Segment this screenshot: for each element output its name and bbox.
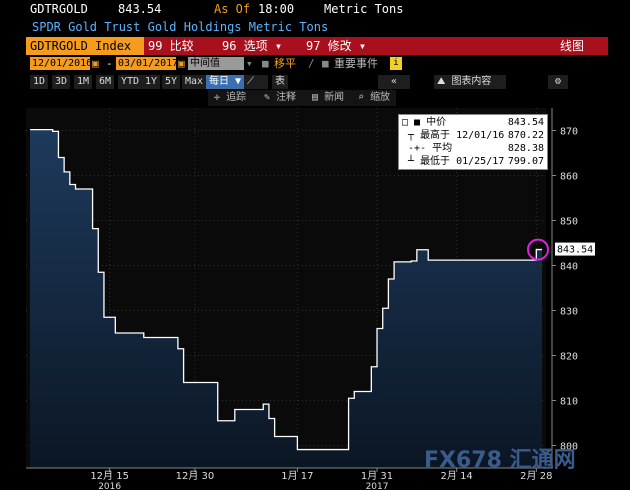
events-toggle[interactable]: 重要事件 xyxy=(334,56,378,72)
x-tick-label: 1月 31 xyxy=(361,470,393,482)
chart-content-label: 图表内容 xyxy=(451,76,492,87)
options-button[interactable]: 96 选项 ▾ xyxy=(222,37,282,55)
edit-label: 97 修改 xyxy=(306,39,352,53)
period-ytd[interactable]: YTD xyxy=(118,75,143,89)
period-6m[interactable]: 6M xyxy=(96,75,115,89)
crosshair-icon: ✛ xyxy=(214,92,221,103)
date-range-bar: 12/01/2016 ▣ - 03/01/2017 ▣ 中间值 ▾ ■ 移平 /… xyxy=(26,56,608,72)
terminal-window: GDTRGOLD 843.54 As Of 18:00 Metric Tons … xyxy=(26,0,608,490)
year-label: 2016 xyxy=(98,482,121,490)
legend-low-value: 799.07 xyxy=(507,156,544,167)
start-date-input[interactable]: 12/01/2016 xyxy=(30,57,92,70)
watermark-logo: FX678 汇通网 xyxy=(424,448,576,473)
as-of-label: As Of xyxy=(214,2,251,16)
chart-type-button[interactable]: 线图 xyxy=(560,37,584,55)
legend-series: □ ■ 中价 843.54 xyxy=(402,117,544,128)
edit-button[interactable]: 97 修改 ▾ xyxy=(306,37,366,55)
field-select[interactable]: 中间值 xyxy=(188,57,244,70)
compare-button[interactable]: 99 比较 xyxy=(148,37,194,55)
annotate-tool[interactable]: ✎ 注释 xyxy=(264,90,296,106)
last-price: 843.54 xyxy=(118,2,162,16)
track-tool[interactable]: ✛ 追踪 xyxy=(214,90,246,106)
end-date-input[interactable]: 03/01/2017 xyxy=(116,57,178,70)
x-tick-label: 1月 17 xyxy=(281,470,313,482)
as-of-time: 18:00 xyxy=(258,2,295,16)
range-separator: - xyxy=(106,57,113,70)
chart-tools: ✛ 追踪 ✎ 注释 ▤ 新闻 ⌕ 缩放 xyxy=(208,90,396,106)
calendar-icon[interactable]: ▣ xyxy=(92,56,99,72)
square-icon: ■ xyxy=(262,57,269,70)
legend-high: ┬ 最高于 12/01/16 870.22 xyxy=(402,130,544,141)
last-value-tag: 843.54 xyxy=(555,242,595,256)
square-icon: ■ xyxy=(322,57,329,70)
period-1y[interactable]: 1Y xyxy=(142,75,161,89)
year-label: 2017 xyxy=(366,482,389,490)
search-icon: ⌕ xyxy=(358,92,365,103)
news-icon: ▤ xyxy=(312,92,319,103)
legend-series-value: 843.54 xyxy=(507,117,544,128)
chart-legend: □ ■ 中价 843.54 ┬ 最高于 12/01/16 870.22 -+- 平均… xyxy=(398,114,548,170)
pencil-icon[interactable]: / xyxy=(308,56,315,72)
frequency-select[interactable]: 每日 ▼ xyxy=(206,75,245,89)
chevron-down-icon: ▾ xyxy=(358,39,367,53)
y-tick-label: 850 xyxy=(560,217,578,228)
y-tick-label: 830 xyxy=(560,307,578,318)
x-tick-label: 12月 15 xyxy=(90,470,129,482)
options-label: 96 选项 xyxy=(222,39,268,53)
period-3d[interactable]: 3D xyxy=(52,75,71,89)
table-button[interactable]: 表 xyxy=(272,75,288,89)
legend-avg-value: 828.38 xyxy=(507,143,544,154)
chart-content-button[interactable]: ⛰ 图表内容 xyxy=(434,75,506,89)
track-label: 追踪 xyxy=(226,92,247,103)
legend-series-name: 中价 xyxy=(426,117,447,128)
pencil-icon: ✎ xyxy=(264,92,271,103)
legend-low-date: 01/25/17 xyxy=(456,156,505,167)
collapse-icon[interactable]: « xyxy=(378,75,410,89)
calendar-icon[interactable]: ▣ xyxy=(178,56,185,72)
zoom-tool[interactable]: ⌕ 缩放 xyxy=(358,90,390,106)
gear-icon[interactable]: ⚙ xyxy=(548,75,568,89)
period-bar: 1D 3D 1M 6M YTD 1Y 5Y Max 每日 ▼ ⟋ 表 « ⛰ 图… xyxy=(26,74,608,90)
period-max[interactable]: Max xyxy=(182,75,207,89)
move-toggle[interactable]: 移平 xyxy=(274,56,296,72)
legend-high-label: 最高于 xyxy=(420,130,451,141)
last-value-label: 843.54 xyxy=(557,245,593,256)
y-axis: 800810820830840850860870 xyxy=(551,108,578,468)
y-tick-label: 840 xyxy=(560,262,578,273)
header-bar: GDTRGOLD 843.54 As Of 18:00 Metric Tons xyxy=(26,0,608,18)
y-tick-label: 870 xyxy=(560,127,578,138)
legend-average: -+- 平均 828.38 xyxy=(402,143,544,154)
y-tick-label: 820 xyxy=(560,352,578,363)
news-label: 新闻 xyxy=(324,92,345,103)
chevron-down-icon[interactable]: ▾ xyxy=(246,56,253,72)
line-chart-icon[interactable]: ⟋ xyxy=(244,75,268,89)
ticker: GDTRGOLD xyxy=(30,2,88,16)
zoom-label: 缩放 xyxy=(370,92,391,103)
series-description: SPDR Gold Trust Gold Holdings Metric Ton… xyxy=(32,20,329,34)
frequency-label: 每日 xyxy=(209,76,229,87)
legend-low: ┴ 最低于 01/25/17 799.07 xyxy=(402,156,544,167)
period-5y[interactable]: 5Y xyxy=(162,75,181,89)
y-tick-label: 810 xyxy=(560,397,578,408)
security-field[interactable]: GDTRGOLD Index xyxy=(26,37,144,55)
news-tool[interactable]: ▤ 新闻 xyxy=(312,90,344,106)
legend-low-label: 最低于 xyxy=(420,156,451,167)
unit-label: Metric Tons xyxy=(324,2,404,16)
legend-high-date: 12/01/16 xyxy=(456,130,505,141)
chevron-down-icon: ▾ xyxy=(274,39,283,53)
chart-icon: ⛰ xyxy=(437,76,446,87)
period-1m[interactable]: 1M xyxy=(74,75,93,89)
legend-avg-label: 平均 xyxy=(432,143,453,154)
x-tick-label: 12月 30 xyxy=(176,470,215,482)
y-tick-label: 860 xyxy=(560,172,578,183)
info-icon[interactable]: i xyxy=(390,57,402,70)
annotate-label: 注释 xyxy=(276,92,297,103)
legend-high-value: 870.22 xyxy=(507,130,544,141)
period-1d[interactable]: 1D xyxy=(30,75,49,89)
function-toolbar: GDTRGOLD Index 99 比较 96 选项 ▾ 97 修改 ▾ 线图 xyxy=(26,37,608,55)
